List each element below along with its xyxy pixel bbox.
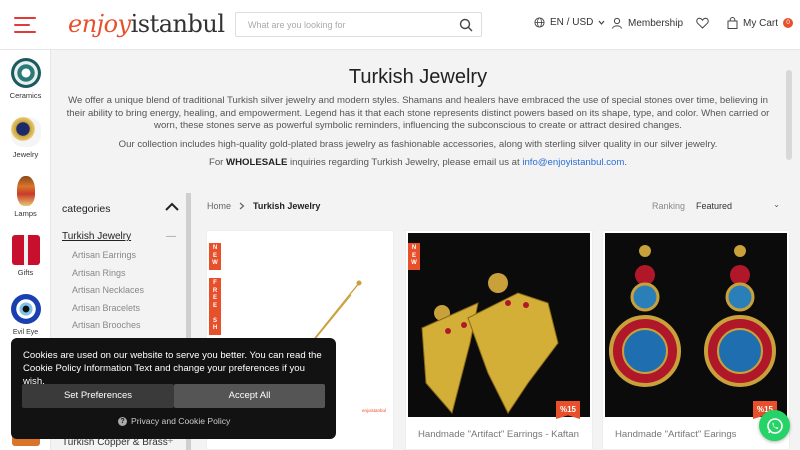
category-intro: Turkish Jewelry We offer a unique blend … — [51, 50, 785, 182]
search-input[interactable] — [248, 13, 453, 36]
search-icon[interactable] — [459, 18, 473, 32]
lamp-icon — [16, 176, 35, 206]
sort-label: Ranking — [652, 201, 686, 211]
rail-item-gifts[interactable]: Gifts — [0, 235, 51, 277]
intro-paragraph-1: We offer a unique blend of traditional T… — [66, 95, 770, 131]
user-icon — [612, 17, 622, 29]
jewelry-icon — [10, 117, 41, 147]
cart-button[interactable]: My Cart 0 — [727, 17, 793, 29]
chevron-down-icon — [598, 20, 605, 25]
ceramics-icon — [10, 58, 41, 88]
intro-scrollbar[interactable] — [786, 70, 792, 160]
rail-label: Jewelry — [12, 150, 39, 159]
rail-item-ceramics[interactable]: Ceramics — [0, 58, 51, 100]
shopping-bag-icon — [727, 17, 738, 29]
wholesale-prefix: For — [208, 157, 224, 168]
earrings-image — [421, 273, 559, 415]
membership-label: Membership — [628, 17, 684, 29]
logo[interactable]: enjoyistanbul — [68, 10, 225, 39]
heart-icon — [696, 17, 709, 29]
accept-all-button[interactable]: Accept All — [174, 384, 325, 408]
product-image[interactable] — [605, 233, 787, 417]
brand-watermark: enjoistanbul — [362, 408, 387, 413]
logo-part-enjoy: enjoy — [68, 10, 131, 38]
question-icon: ? — [118, 416, 127, 426]
sort-select[interactable]: Featured ⌄ — [696, 200, 784, 211]
rail-label: Ceramics — [9, 91, 42, 100]
wholesale-line: For WHOLESALE inquiries regarding Turkis… — [59, 157, 777, 170]
product-name[interactable]: Handmade "Artifact" Earings — [615, 429, 780, 441]
whatsapp-button[interactable] — [759, 410, 790, 441]
locale-label: EN / USD — [550, 17, 594, 28]
evil-eye-icon — [10, 294, 41, 324]
rail-label: Evil Eye — [12, 329, 39, 336]
breadcrumb: Home Turkish Jewelry — [207, 201, 320, 211]
free-shipping-badge: FREESH — [209, 278, 221, 335]
subcategory-item[interactable]: Artisan Earrings — [72, 250, 136, 260]
cookie-text: Cookies are used on our website to serve… — [23, 350, 322, 387]
breadcrumb-home[interactable]: Home — [207, 201, 231, 211]
wholesale-bold: WHOLESALE — [226, 157, 288, 168]
page-title: Turkish Jewelry — [348, 66, 488, 88]
wholesale-text: inquiries regarding Turkish Jewelry, ple… — [290, 157, 520, 168]
logo-part-istanbul: istanbul — [130, 10, 225, 38]
subcategory-item[interactable]: Artisan Bracelets — [72, 303, 140, 313]
new-badge: NEW — [209, 243, 221, 270]
chevron-up-icon[interactable] — [165, 202, 179, 212]
product-card[interactable]: NEW %15 Handmade "Artifact" Earrings - K… — [405, 230, 593, 450]
new-badge: NEW — [408, 243, 420, 270]
gift-icon — [11, 235, 40, 265]
rail-item-jewelry[interactable]: Jewelry — [0, 117, 51, 159]
turquoise-earrings-image — [609, 245, 776, 387]
wholesale-end: . — [624, 157, 628, 168]
menu-icon[interactable] — [14, 17, 36, 33]
search-box — [235, 12, 482, 37]
chevron-down-icon: ⌄ — [773, 200, 780, 209]
product-name[interactable]: Handmade "Artifact" Earrings - Kaftan — [418, 429, 583, 441]
privacy-policy-label: Privacy and Cookie Policy — [131, 416, 231, 426]
cart-count-badge: 0 — [783, 18, 793, 28]
sort-selected-value: Featured — [696, 201, 733, 211]
breadcrumb-current: Turkish Jewelry — [253, 201, 321, 211]
subcategory-item[interactable]: Artisan Brooches — [72, 320, 141, 330]
intro-paragraph-2: Our collection includes high-quality gol… — [118, 138, 718, 150]
wishlist-button[interactable] — [696, 17, 709, 29]
whatsapp-icon — [766, 417, 783, 434]
wholesale-email-link[interactable]: info@enjoyistanbul.com — [522, 157, 624, 168]
collapse-icon[interactable]: — — [166, 231, 176, 242]
rail-item-evil-eye[interactable]: Evil Eye — [0, 294, 51, 336]
cookie-banner: Cookies are used on our website to serve… — [11, 338, 336, 439]
membership-link[interactable]: Membership — [611, 17, 683, 29]
locale-selector[interactable]: EN / USD — [534, 17, 605, 28]
subcategory-item[interactable]: Artisan Necklaces — [72, 285, 144, 295]
privacy-policy-link[interactable]: ? Privacy and Cookie Policy — [118, 416, 230, 426]
category-turkish-jewelry[interactable]: Turkish Jewelry — [62, 231, 131, 242]
rail-item-lamps[interactable]: Lamps — [0, 176, 51, 218]
set-preferences-button[interactable]: Set Preferences — [22, 384, 174, 408]
sidebar-title: categories — [62, 203, 111, 215]
subcategory-item[interactable]: Artisan Rings — [72, 268, 126, 278]
rail-label: Lamps — [14, 209, 37, 218]
cart-label: My Cart — [743, 17, 778, 29]
product-image[interactable] — [408, 233, 590, 417]
chevron-right-icon — [239, 202, 245, 210]
rail-label: Gifts — [17, 268, 34, 277]
globe-icon — [534, 17, 545, 28]
header: enjoyistanbul EN / USD Membership My Car… — [0, 0, 800, 50]
